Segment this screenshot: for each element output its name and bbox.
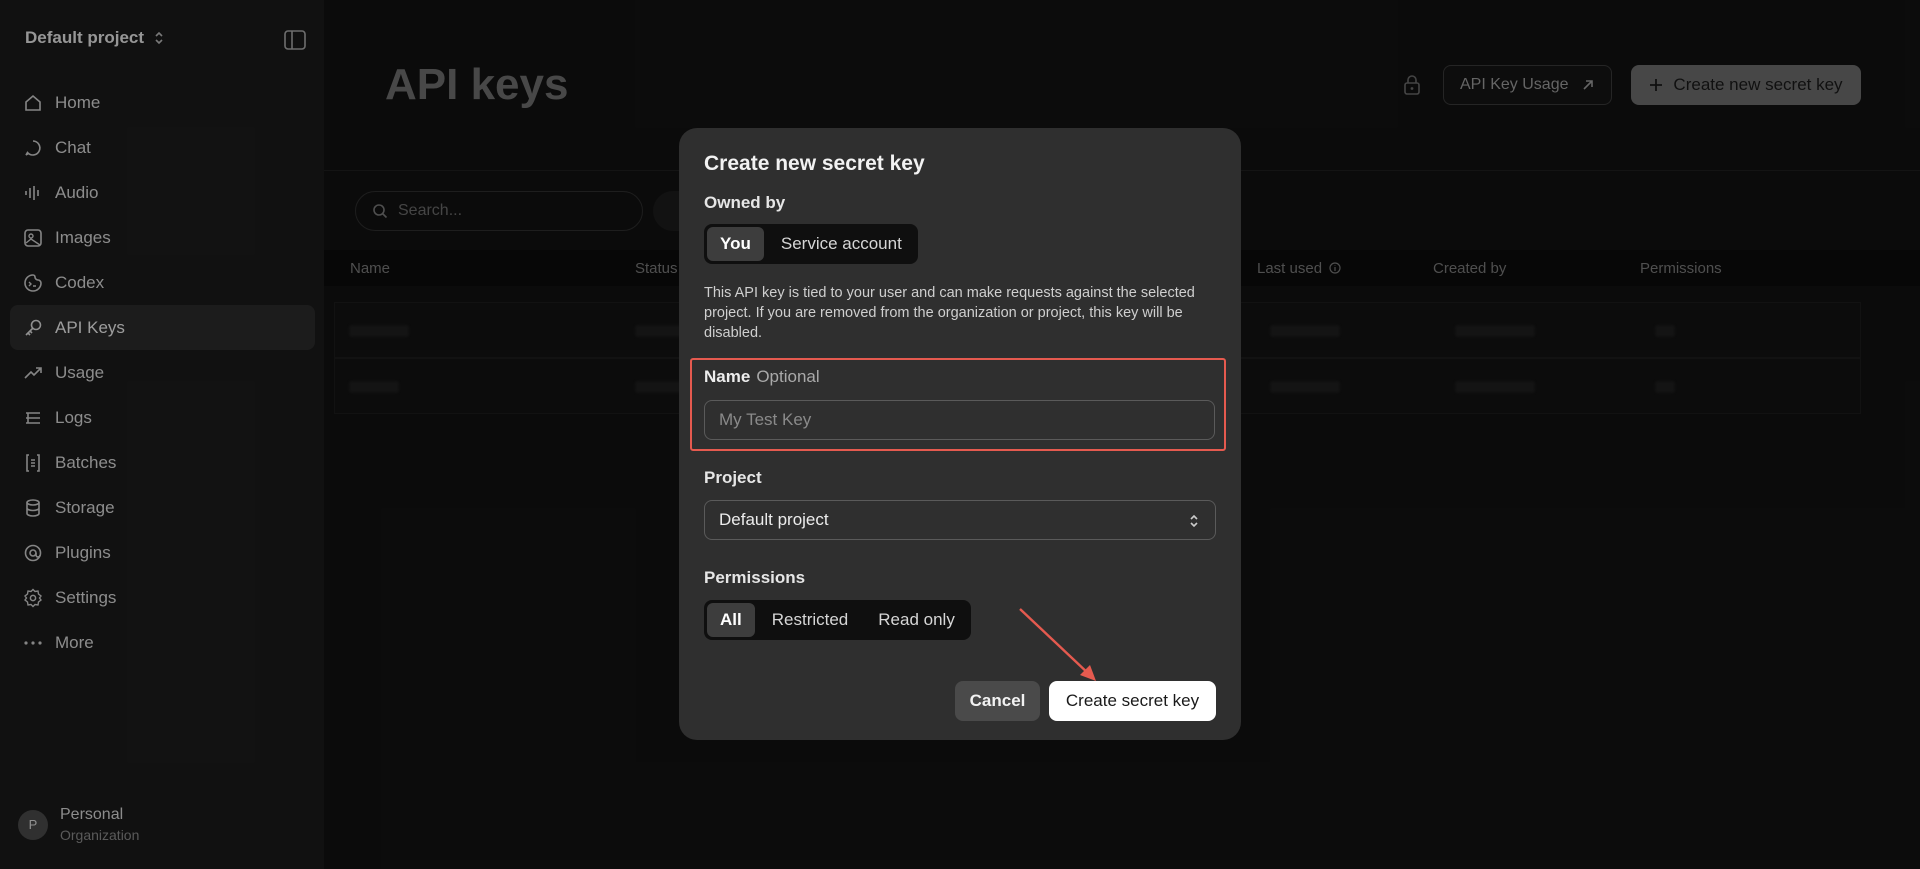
- annotation-arrow-icon: [1019, 608, 1096, 681]
- name-field-highlight: Name Optional: [690, 358, 1226, 451]
- chevron-updown-icon: [1190, 514, 1198, 528]
- owner-option-you[interactable]: You: [707, 227, 764, 261]
- permission-option-restricted[interactable]: Restricted: [759, 603, 862, 637]
- dialog-title: Create new secret key: [704, 152, 925, 175]
- owner-description: This API key is tied to your user and ca…: [704, 285, 1195, 341]
- name-optional-tag: Optional: [756, 367, 820, 386]
- project-select[interactable]: Default project: [704, 500, 1216, 540]
- permission-option-all[interactable]: All: [707, 603, 755, 637]
- cancel-button[interactable]: Cancel: [955, 681, 1040, 721]
- name-label-text: Name: [704, 367, 751, 386]
- permissions-toggle: All Restricted Read only: [704, 600, 971, 640]
- owner-option-service-account[interactable]: Service account: [768, 227, 915, 261]
- project-label: Project: [704, 468, 762, 487]
- owner-toggle: You Service account: [704, 224, 918, 264]
- name-input[interactable]: [704, 400, 1215, 440]
- create-secret-key-dialog: Create new secret key Owned by You Servi…: [679, 128, 1241, 740]
- create-secret-key-button[interactable]: Create secret key: [1049, 681, 1216, 721]
- permission-option-read-only[interactable]: Read only: [865, 603, 968, 637]
- permissions-label: Permissions: [704, 568, 806, 587]
- project-select-value: Default project: [719, 510, 829, 529]
- owned-by-label: Owned by: [704, 193, 786, 212]
- name-label: Name Optional: [704, 367, 820, 387]
